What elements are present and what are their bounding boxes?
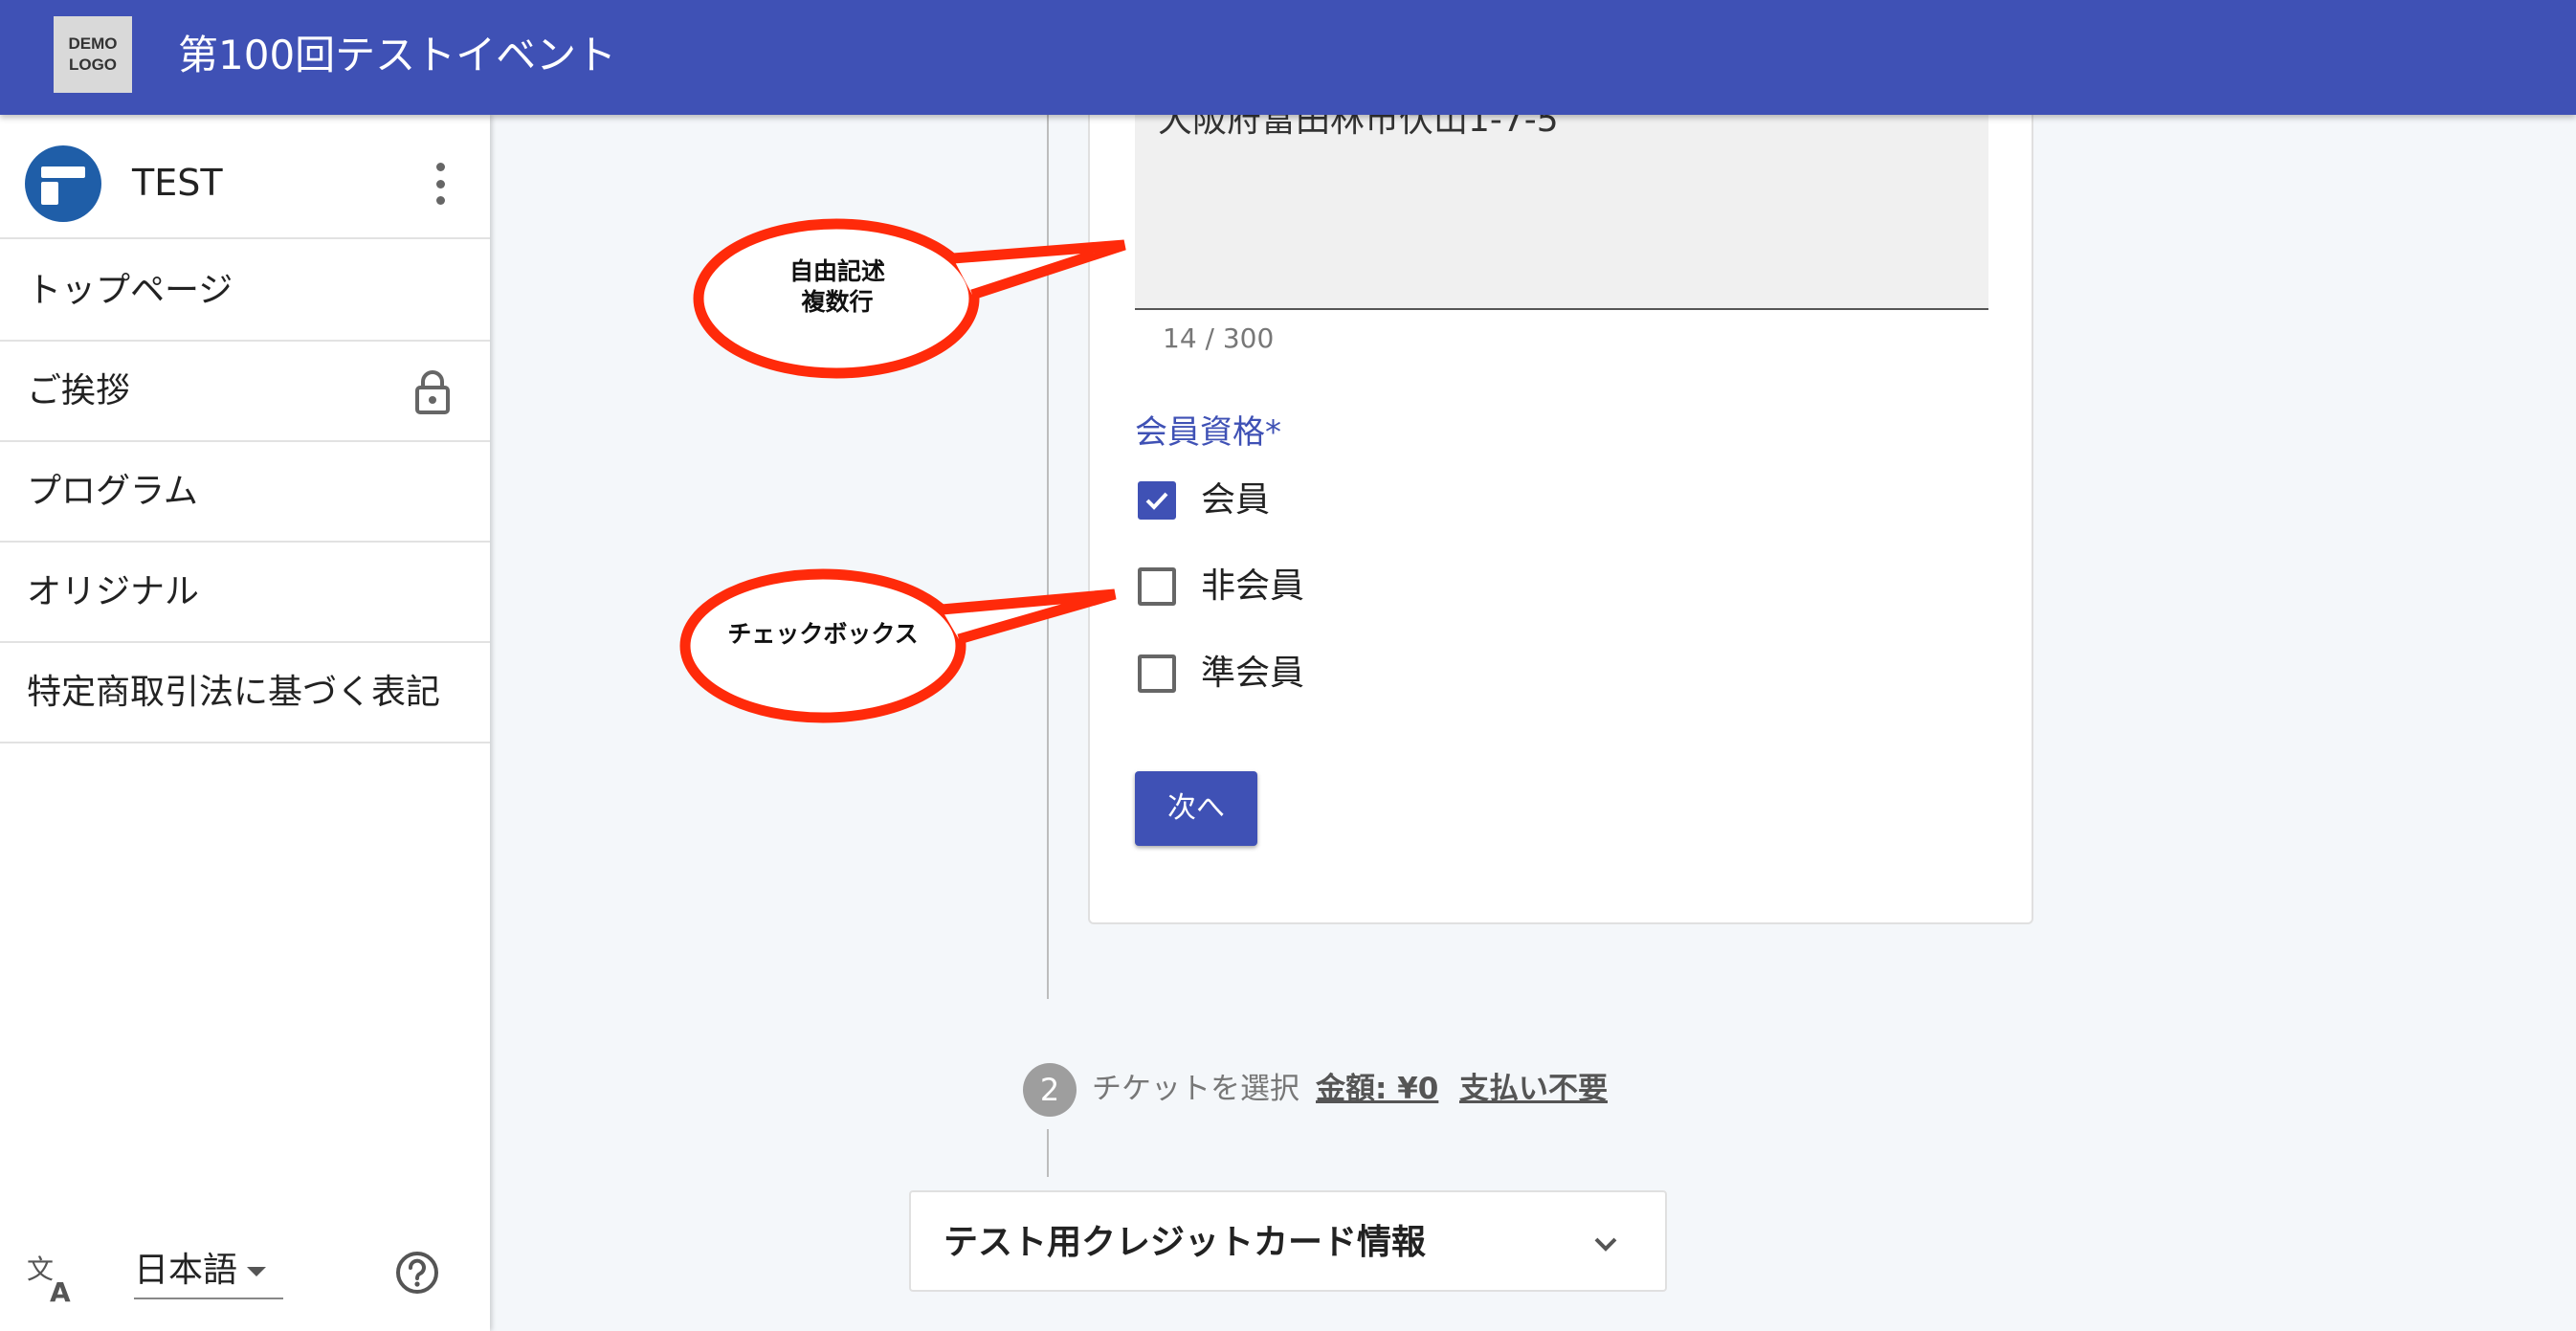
logo-line-1: DEMO bbox=[68, 34, 118, 53]
stepper-line bbox=[1047, 1129, 1049, 1177]
step-2-amount[interactable]: 金額: ¥0 bbox=[1316, 1069, 1438, 1109]
next-button[interactable]: 次へ bbox=[1135, 771, 1257, 846]
demo-logo[interactable]: DEMO LOGO bbox=[54, 16, 132, 93]
sidebar-item-label: 特定商取引法に基づく表記 bbox=[27, 673, 441, 712]
checkbox-label[interactable]: 非会員 bbox=[1201, 566, 1304, 608]
sidebar-item-label: プログラム bbox=[27, 472, 198, 511]
help-circle-icon[interactable] bbox=[394, 1250, 440, 1296]
checkbox-member[interactable] bbox=[1138, 481, 1176, 520]
accordion-title: テスト用クレジットカード情報 bbox=[944, 1223, 1427, 1262]
sidebar-item-label: トップページ bbox=[27, 271, 233, 310]
checkbox-label[interactable]: 会員 bbox=[1201, 479, 1270, 521]
sidebar-item-top[interactable]: トップページ bbox=[0, 241, 490, 342]
svg-text:A: A bbox=[50, 1276, 71, 1305]
user-avatar-t-icon[interactable] bbox=[25, 145, 101, 222]
user-name: TEST bbox=[132, 162, 223, 204]
character-counter: 14 / 300 bbox=[1163, 322, 1275, 354]
sidebar-item-original[interactable]: オリジナル bbox=[0, 543, 490, 643]
checkbox-non-member[interactable] bbox=[1138, 567, 1176, 606]
sidebar: TEST トップページ ご挨拶 プログラム オリジナル 特定商取引法に基づく表記… bbox=[0, 115, 490, 1331]
credit-card-info-accordion[interactable]: テスト用クレジットカード情報 bbox=[909, 1190, 1667, 1292]
caret-down-icon bbox=[247, 1267, 266, 1276]
sidebar-item-greeting[interactable]: ご挨拶 bbox=[0, 342, 490, 442]
event-title: 第100回テストイベント bbox=[178, 32, 617, 78]
more-vert-icon[interactable] bbox=[431, 163, 450, 205]
step-2-number: 2 bbox=[1023, 1063, 1077, 1117]
language-row: 文 A 日本語 bbox=[0, 1215, 490, 1311]
logo-line-2: LOGO bbox=[68, 55, 118, 74]
sidebar-item-legal-notice[interactable]: 特定商取引法に基づく表記 bbox=[0, 643, 490, 743]
check-icon bbox=[1145, 492, 1168, 510]
language-value: 日本語 bbox=[134, 1251, 238, 1290]
sidebar-item-label: ご挨拶 bbox=[27, 371, 131, 410]
sidebar-item-program[interactable]: プログラム bbox=[0, 442, 490, 543]
stepper-line bbox=[1047, 115, 1049, 999]
checkbox-associate-member[interactable] bbox=[1138, 654, 1176, 693]
app-bar: DEMO LOGO 第100回テストイベント bbox=[0, 0, 2576, 115]
callout-text-freetext: 自由記述 複数行 bbox=[788, 257, 885, 316]
checkbox-label[interactable]: 準会員 bbox=[1201, 653, 1304, 695]
user-row: TEST bbox=[0, 115, 490, 239]
step-2-label: チケットを選択 bbox=[1092, 1072, 1299, 1106]
callout-text-checkbox: チェックボックス bbox=[727, 620, 919, 648]
chevron-down-icon bbox=[1594, 1237, 1617, 1252]
sidebar-item-label: オリジナル bbox=[27, 572, 200, 611]
step-2-payment-note[interactable]: 支払い不要 bbox=[1459, 1069, 1608, 1109]
membership-label: 会員資格* bbox=[1135, 413, 1281, 452]
lock-icon bbox=[415, 370, 450, 414]
language-select[interactable]: 日本語 bbox=[134, 1244, 283, 1299]
translate-icon[interactable]: 文 A bbox=[25, 1252, 78, 1305]
